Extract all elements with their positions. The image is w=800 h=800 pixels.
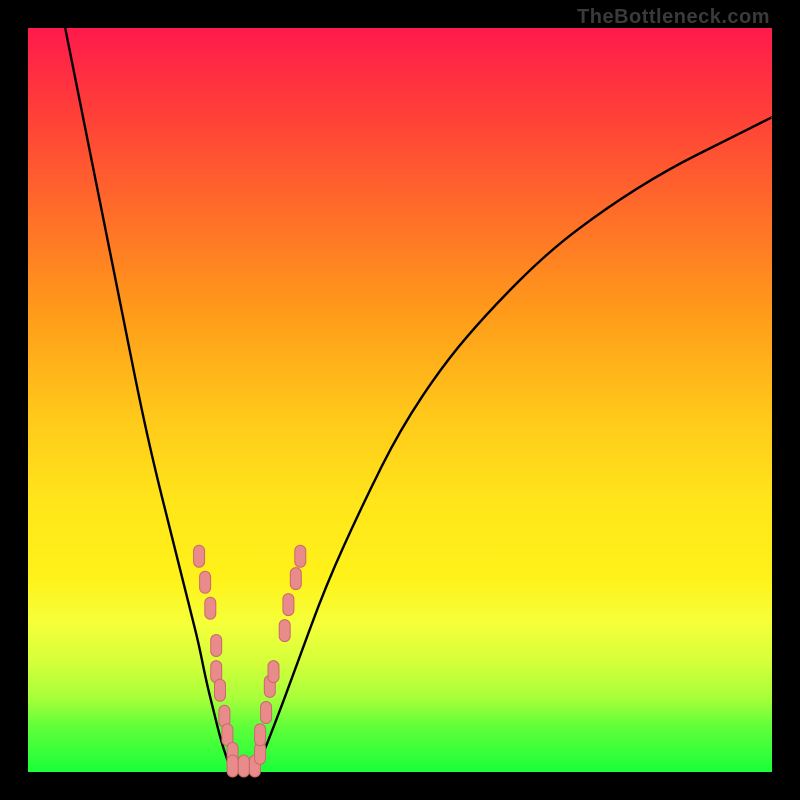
data-marker: [215, 679, 226, 701]
data-marker: [295, 545, 306, 567]
data-marker: [238, 755, 249, 777]
data-marker: [268, 661, 279, 683]
curve-layer: [28, 28, 772, 772]
data-marker: [255, 724, 266, 746]
watermark-text: TheBottleneck.com: [577, 6, 770, 29]
data-marker: [194, 545, 205, 567]
data-marker: [290, 568, 301, 590]
chart-frame: TheBottleneck.com: [0, 0, 800, 800]
bottleneck-curve: [65, 28, 772, 768]
plot-area: [28, 28, 772, 772]
data-marker: [279, 620, 290, 642]
data-markers: [194, 545, 306, 777]
data-marker: [283, 594, 294, 616]
data-marker: [211, 635, 222, 657]
data-marker: [205, 597, 216, 619]
data-marker: [227, 755, 238, 777]
data-marker: [261, 702, 272, 724]
data-marker: [200, 571, 211, 593]
